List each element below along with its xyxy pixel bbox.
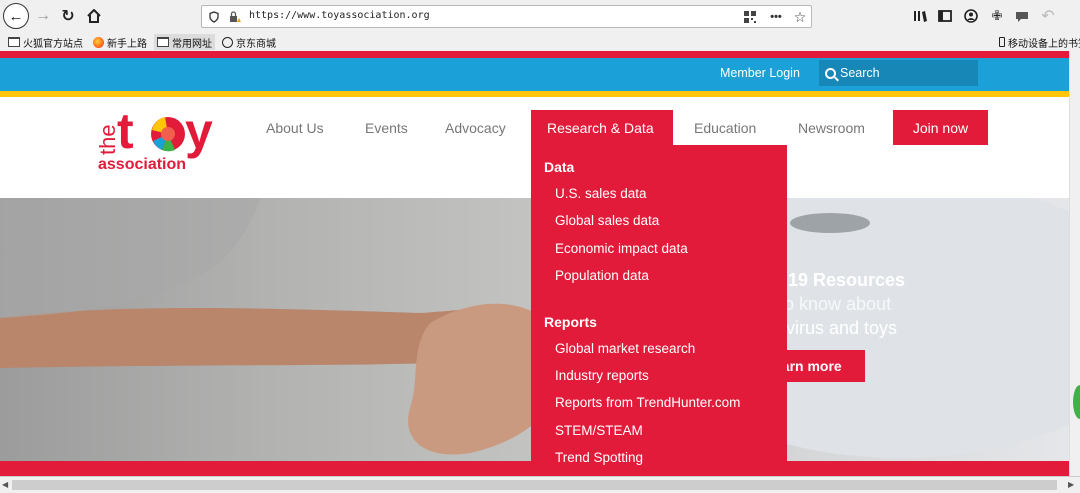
mobile-icon xyxy=(999,37,1005,47)
dropdown-link-industry-reports[interactable]: Industry reports xyxy=(555,368,649,383)
scroll-right-icon[interactable]: ▶ xyxy=(1068,480,1074,489)
dropdown-section-data: Data xyxy=(544,159,575,175)
screenshot-button[interactable]: ✙ xyxy=(987,5,1007,27)
bookmark-star-icon[interactable]: ☆ xyxy=(792,9,808,25)
side-widget-badge[interactable] xyxy=(1073,385,1080,419)
reload-button[interactable]: ↻ xyxy=(58,5,78,27)
dropdown-link-global-market-research[interactable]: Global market research xyxy=(555,341,695,356)
hero-subline-2: virus and toys xyxy=(786,318,898,338)
address-bar[interactable]: https://www.toyassociation.org ••• ☆ xyxy=(201,5,812,28)
undo-icon: ↶ xyxy=(1041,8,1055,25)
browser-toolbar: ← → ↻ https://www.toyassociation.org •••… xyxy=(0,0,1080,33)
hero-subline-1: o know about xyxy=(784,294,892,314)
lock-warning-icon[interactable] xyxy=(226,9,242,25)
back-arrow-icon: ← xyxy=(8,7,24,25)
bookmark-jd[interactable]: 京东商城 xyxy=(222,34,276,50)
dropdown-section-reports: Reports xyxy=(544,314,597,330)
bookmark-getting-started[interactable]: 新手上路 xyxy=(93,34,147,50)
home-icon xyxy=(87,9,101,23)
web-page: Member Login Search the t y association xyxy=(0,51,1069,476)
toy-association-logo[interactable]: the t y association xyxy=(95,103,240,173)
library-icon xyxy=(914,11,927,22)
search-input[interactable]: Search xyxy=(819,60,978,86)
qr-code-icon[interactable] xyxy=(742,9,758,25)
dropdown-link-global-sales[interactable]: Global sales data xyxy=(555,213,659,228)
hero-headline: 19 Resources xyxy=(788,270,906,290)
dropdown-link-economic-impact[interactable]: Economic impact data xyxy=(555,241,688,256)
account-icon xyxy=(964,9,978,23)
globe-icon xyxy=(222,36,233,48)
search-placeholder: Search xyxy=(840,66,880,80)
horizontal-scrollbar[interactable]: ◀ ▶ xyxy=(0,476,1080,493)
nav-advocacy[interactable]: Advocacy xyxy=(445,110,506,145)
forward-arrow-icon: → xyxy=(35,7,51,24)
member-login-link[interactable]: Member Login xyxy=(720,66,800,80)
reload-icon: ↻ xyxy=(61,8,75,25)
bookmark-mobile[interactable]: 移动设备上的书签 xyxy=(999,34,1080,50)
logo-association-text: association xyxy=(98,156,186,173)
account-button[interactable] xyxy=(961,5,981,27)
shield-icon[interactable] xyxy=(206,9,222,25)
dropdown-link-stem-steam[interactable]: STEM/STEAM xyxy=(555,423,643,438)
chat-button[interactable] xyxy=(1012,5,1032,27)
dropdown-link-population[interactable]: Population data xyxy=(555,268,649,283)
horizontal-scroll-thumb[interactable] xyxy=(12,480,1057,490)
sidebar-button[interactable] xyxy=(935,5,955,27)
folder-icon xyxy=(157,37,169,47)
nav-newsroom[interactable]: Newsroom xyxy=(798,110,865,145)
logo-toy-text: t xyxy=(117,103,134,159)
home-button[interactable] xyxy=(84,5,104,27)
logo-ball-icon xyxy=(151,117,185,152)
firefox-icon xyxy=(93,36,104,48)
nav-about-us[interactable]: About Us xyxy=(266,110,324,145)
back-button[interactable]: ← xyxy=(3,3,29,29)
scroll-left-icon[interactable]: ◀ xyxy=(2,480,8,489)
more-actions-icon[interactable]: ••• xyxy=(768,9,784,25)
dropdown-link-trend-spotting[interactable]: Trend Spotting xyxy=(555,450,643,465)
undo-button[interactable]: ↶ xyxy=(1038,5,1058,27)
nav-education[interactable]: Education xyxy=(694,110,756,145)
sidebar-icon xyxy=(938,10,952,22)
crop-icon: ✙ xyxy=(991,8,1003,23)
dropdown-link-us-sales[interactable]: U.S. sales data xyxy=(555,186,647,201)
chat-bubble-icon xyxy=(1016,11,1028,22)
library-button[interactable] xyxy=(910,5,930,27)
dropdown-link-trendhunter[interactable]: Reports from TrendHunter.com xyxy=(555,395,740,410)
logo-y-text: y xyxy=(185,103,213,159)
nav-research-data[interactable]: Research & Data xyxy=(531,110,673,145)
nav-events[interactable]: Events xyxy=(365,110,408,145)
utility-bar: Member Login Search xyxy=(0,58,1069,91)
folder-icon xyxy=(8,37,20,47)
url-text: https://www.toyassociation.org xyxy=(249,10,430,21)
join-now-button[interactable]: Join now xyxy=(893,110,988,145)
bookmarks-bar: 火狐官方站点 新手上路 常用网址 京东商城 移动设备上的书签 xyxy=(0,33,1080,51)
forward-button[interactable]: → xyxy=(33,5,53,27)
bookmark-common-sites[interactable]: 常用网址 xyxy=(154,34,215,50)
top-red-stripe xyxy=(0,51,1069,58)
research-data-dropdown: Data U.S. sales data Global sales data E… xyxy=(531,145,787,476)
bookmark-firefox-official[interactable]: 火狐官方站点 xyxy=(8,34,83,50)
search-icon xyxy=(825,67,836,79)
